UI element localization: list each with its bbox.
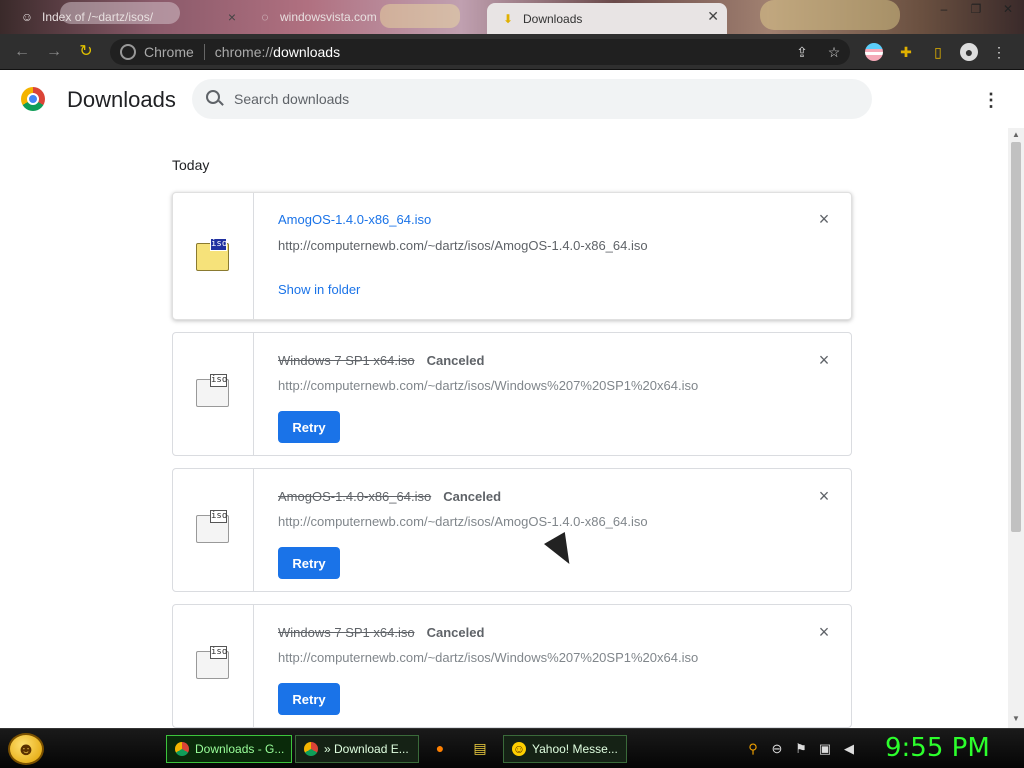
taskbar-item-label: Downloads - G... [195, 742, 285, 756]
bookmark-star-icon[interactable]: ☆ [825, 43, 843, 61]
chrome-page-icon [120, 44, 136, 60]
remove-download-icon[interactable]: × [817, 623, 831, 641]
file-icon-column: iso [173, 605, 254, 727]
taskbar: ☻ Downloads - G... » Download E... ● ▤ ☺… [0, 728, 1024, 768]
chrome-icon [304, 742, 318, 756]
yahoo-messenger-icon: ☺ [512, 742, 526, 756]
file-source-url[interactable]: http://computernewb.com/~dartz/isos/Amog… [278, 514, 648, 529]
site-chip: Chrome [144, 44, 205, 60]
file-name: Windows 7 SP1 x64.iso [278, 353, 415, 368]
taskbar-item-yahoo-messenger[interactable]: ☺ Yahoo! Messe... [503, 735, 627, 763]
minimize-button[interactable]: – [928, 0, 960, 18]
close-tab-icon[interactable]: ✕ [707, 8, 719, 25]
account-avatar-icon[interactable]: ● [960, 43, 978, 61]
taskbar-item-downloads[interactable]: Downloads - G... [166, 735, 292, 763]
retry-button[interactable]: Retry [278, 547, 340, 579]
minus-tray-icon[interactable]: ⊖ [769, 741, 785, 757]
file-title-row: AmogOS-1.4.0-x86_64.iso Canceled [278, 488, 501, 506]
tab-windowsvista[interactable]: ◌ windowsvista.com [258, 4, 478, 30]
share-icon[interactable]: ⇪ [793, 43, 811, 61]
download-item: iso Windows 7 SP1 x64.iso Canceled http:/… [172, 332, 852, 456]
file-name: Windows 7 SP1 x64.iso [278, 625, 415, 640]
search-tray-icon[interactable]: ⚲ [745, 741, 761, 757]
file-title-row: Windows 7 SP1 x64.iso Canceled [278, 624, 484, 642]
folder-icon[interactable]: ▤ [471, 739, 489, 757]
tab-strip: ☺ Index of /~dartz/isos/ × ◌ windowsvist… [0, 0, 1024, 34]
file-name: AmogOS-1.4.0-x86_64.iso [278, 489, 432, 504]
close-window-button[interactable]: ✕ [992, 0, 1024, 18]
file-icon-column: iso [173, 469, 254, 591]
download-item: iso AmogOS-1.4.0-x86_64.iso Canceled http… [172, 468, 852, 592]
download-item: iso Windows 7 SP1 x64.iso Canceled http:/… [172, 604, 852, 728]
file-source-url[interactable]: http://computernewb.com/~dartz/isos/Amog… [278, 238, 648, 253]
scroll-up-arrow-icon[interactable]: ▲ [1012, 130, 1020, 139]
iso-file-icon: iso [196, 510, 229, 543]
reload-icon[interactable]: ↻ [76, 42, 96, 62]
status-label: Canceled [426, 353, 485, 368]
download-icon: ⬇ [502, 11, 514, 26]
iso-file-icon: iso [196, 646, 229, 679]
start-button[interactable]: ☻ [8, 733, 44, 765]
show-in-folder-link[interactable]: Show in folder [278, 282, 360, 297]
profile-flag-icon[interactable] [865, 43, 883, 61]
address-url[interactable]: chrome://downloads [215, 44, 340, 60]
file-title-row: Windows 7 SP1 x64.iso Canceled [278, 352, 484, 370]
remove-download-icon[interactable]: × [817, 351, 831, 369]
date-section-heading: Today [172, 157, 210, 173]
maximize-button[interactable]: ❐ [960, 0, 992, 18]
chrome-logo-icon [21, 87, 45, 111]
address-bar[interactable]: Chrome chrome://downloads [110, 39, 850, 65]
iso-file-icon: iso [196, 238, 229, 271]
back-arrow-icon[interactable]: ← [12, 42, 32, 62]
tab-index-of-isos[interactable]: ☺ Index of /~dartz/isos/ × [20, 4, 240, 30]
firefox-icon[interactable]: ● [431, 739, 449, 757]
file-icon-column: iso [173, 333, 254, 455]
page-icon: ☺ [20, 10, 34, 24]
menu-kebab-icon[interactable]: ⋮ [990, 43, 1008, 61]
loading-icon: ◌ [261, 10, 269, 24]
tab-downloads[interactable]: ⬇ Downloads ✕ [487, 3, 727, 34]
taskbar-item-label: Yahoo! Messe... [532, 742, 618, 756]
volume-icon[interactable]: ◀ [841, 741, 857, 757]
iso-file-icon: iso [196, 374, 229, 407]
status-label: Canceled [426, 625, 485, 640]
search-bar[interactable] [192, 79, 872, 119]
scrollbar-thumb[interactable] [1011, 142, 1021, 532]
taskbar-item-label: » Download E... [324, 742, 409, 756]
chrome-icon [175, 742, 189, 756]
retry-button[interactable]: Retry [278, 683, 340, 715]
search-icon[interactable] [206, 90, 220, 104]
browser-toolbar: ← → ↻ Chrome chrome://downloads ⇪ ☆ ✚ ▯ … [0, 34, 1024, 70]
download-item: iso AmogOS-1.4.0-x86_64.iso http://compu… [172, 192, 852, 320]
page-scrollbar[interactable]: ▲ ▼ [1008, 128, 1024, 728]
search-input[interactable] [234, 89, 854, 109]
side-panel-icon[interactable]: ▯ [929, 43, 947, 61]
remove-download-icon[interactable]: × [817, 210, 831, 228]
window-controls: – ❐ ✕ [928, 0, 1024, 18]
wallpaper-decoration [760, 0, 900, 30]
file-icon-column: iso [173, 193, 254, 319]
tab-title: Index of /~dartz/isos/ [42, 10, 154, 24]
remove-download-icon[interactable]: × [817, 487, 831, 505]
downloads-list: Today iso AmogOS-1.4.0-x86_64.iso http:/… [0, 128, 1008, 728]
extensions-puzzle-icon[interactable]: ✚ [897, 43, 915, 61]
taskbar-clock[interactable]: 9:55 PM [885, 733, 990, 763]
file-name-link[interactable]: AmogOS-1.4.0-x86_64.iso [278, 212, 431, 227]
more-options-icon[interactable]: ⋮ [982, 88, 1000, 112]
downloads-header: Downloads ⋮ [0, 70, 1024, 128]
status-label: Canceled [443, 489, 502, 504]
forward-arrow-icon[interactable]: → [44, 42, 64, 62]
file-source-url[interactable]: http://computernewb.com/~dartz/isos/Wind… [278, 650, 698, 665]
taskbar-item-download-e[interactable]: » Download E... [295, 735, 419, 763]
action-center-flag-icon[interactable]: ⚑ [793, 741, 809, 757]
network-icon[interactable]: ▣ [817, 741, 833, 757]
close-tab-icon[interactable]: × [228, 9, 236, 25]
page-title: Downloads [67, 87, 176, 112]
tab-title: windowsvista.com [280, 10, 377, 24]
tab-title: Downloads [523, 11, 583, 26]
retry-button[interactable]: Retry [278, 411, 340, 443]
file-source-url[interactable]: http://computernewb.com/~dartz/isos/Wind… [278, 378, 698, 393]
scroll-down-arrow-icon[interactable]: ▼ [1012, 714, 1020, 723]
